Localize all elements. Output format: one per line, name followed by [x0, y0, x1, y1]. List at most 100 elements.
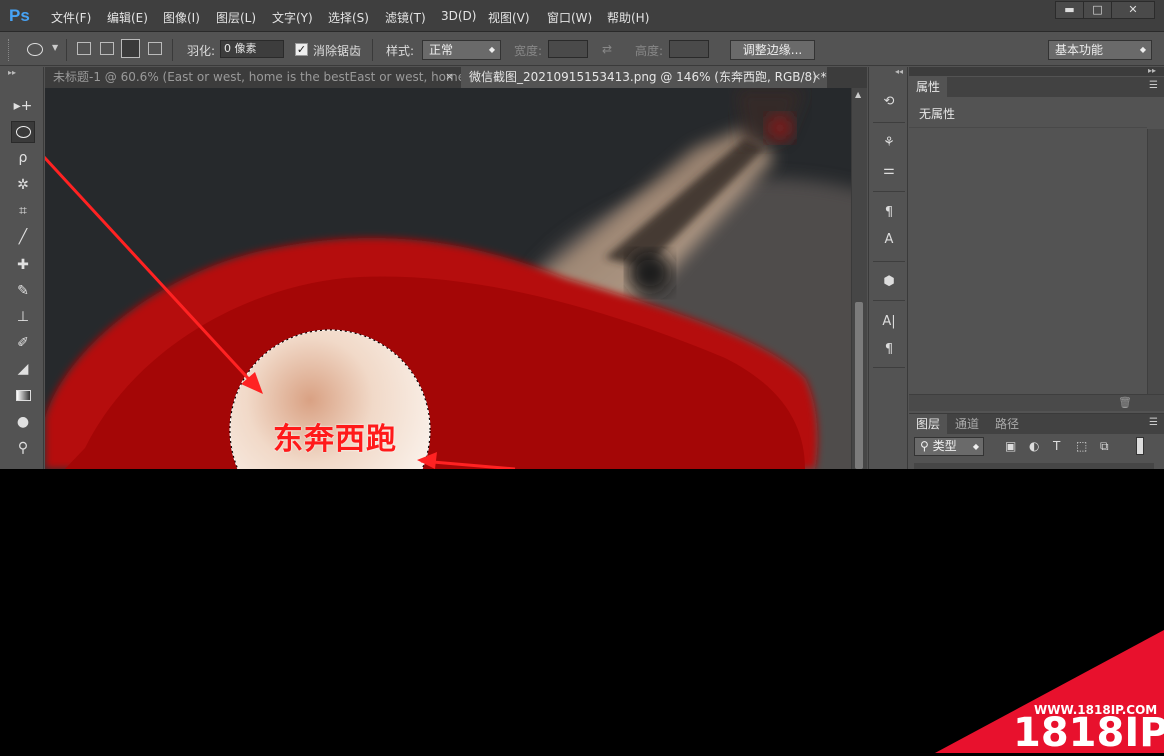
width-input[interactable]	[548, 40, 588, 58]
feather-label: 羽化:	[187, 44, 216, 58]
menu-filter[interactable]: 滤镜(T)	[385, 9, 426, 26]
grip-handle[interactable]	[8, 39, 12, 61]
intersect-selection-icon[interactable]	[148, 42, 162, 55]
paragraph-panel-icon[interactable]: ¶	[879, 340, 899, 360]
history-brush-tool-icon[interactable]: ✐	[11, 332, 35, 354]
tab-screenshot-label: 微信截图_20210915153413.png @ 146% (东奔西跑, RG…	[469, 70, 827, 84]
preset-dropdown-icon[interactable]: ▼	[52, 43, 58, 52]
menu-3d[interactable]: 3D(D)	[441, 9, 476, 23]
filter-adjustment-icon[interactable]: ◐	[1029, 439, 1039, 453]
eyedropper-tool-icon[interactable]: ╱	[11, 226, 35, 248]
character-styles-panel-icon[interactable]: A	[879, 230, 899, 250]
elliptical-marquee-tool-icon[interactable]	[11, 121, 35, 143]
new-selection-icon[interactable]	[77, 42, 91, 55]
tab-screenshot[interactable]: 微信截图_20210915153413.png @ 146% (东奔西跑, RG…	[461, 67, 827, 88]
panel-icon-strip: ◂◂ ⟲ ⚘ ⚌ ¶ A ⬢ A| ¶	[868, 67, 908, 469]
tab-untitled[interactable]: 未标题-1 @ 60.6% (East or west, home is the…	[45, 67, 461, 88]
antialias-checkbox[interactable]: ✓	[295, 43, 308, 56]
document-tabs: 未标题-1 @ 60.6% (East or west, home is the…	[45, 67, 867, 88]
tab-properties[interactable]: 属性	[909, 77, 948, 97]
selection-text: 东奔西跑	[273, 422, 397, 457]
layers-panel: 图层 通道 路径 ☰ ⚲ 类型 ◆ ▣ ◐ T ⬚ ⧉	[909, 413, 1164, 469]
subtract-selection-icon[interactable]	[121, 39, 140, 58]
filter-shape-icon[interactable]: ⬚	[1076, 439, 1087, 453]
menu-window[interactable]: 窗口(W)	[547, 9, 592, 26]
crop-tool-icon[interactable]: ⌗	[11, 200, 35, 222]
magic-wand-tool-icon[interactable]: ✲	[11, 174, 35, 196]
menu-select[interactable]: 选择(S)	[328, 9, 369, 26]
filter-pixel-icon[interactable]: ▣	[1005, 439, 1016, 453]
workspace-select[interactable]: 基本功能 ◆	[1048, 40, 1152, 60]
scrollbar-thumb[interactable]	[855, 302, 863, 469]
lasso-tool-icon[interactable]: ρ	[11, 147, 35, 169]
tab-layers[interactable]: 图层	[909, 414, 948, 434]
canvas-image	[45, 88, 851, 469]
options-bar: ▼ 羽化: 0 像素 ✓ 消除锯齿 样式: 正常 ◆ 宽度: ⇄ 高度: 调整边缘…	[0, 33, 1164, 66]
refine-edge-button[interactable]: 调整边缘...	[730, 40, 815, 60]
menu-file[interactable]: 文件(F)	[51, 9, 91, 26]
character-panel-icon[interactable]: A|	[879, 312, 899, 332]
menu-help[interactable]: 帮助(H)	[607, 9, 649, 26]
toolbox: ▸▸ ▸+ ρ ✲ ⌗ ╱ ✚ ✎ ⊥ ✐ ◢ ● ⚲	[0, 67, 44, 469]
move-tool-icon[interactable]: ▸+	[11, 95, 35, 117]
brush-tool-icon[interactable]: ✎	[11, 280, 35, 302]
brush-presets-panel-icon[interactable]: ⚌	[879, 161, 899, 181]
dodge-tool-icon[interactable]: ⚲	[11, 437, 35, 459]
filter-type-icon[interactable]: T	[1053, 439, 1060, 453]
trash-icon[interactable]: 🗑	[1118, 396, 1132, 409]
tab-screenshot-close-icon[interactable]: ×	[812, 70, 821, 83]
properties-panel: ▸▸ 属性 ☰ 无属性 🗑	[909, 66, 1164, 412]
ps-logo: Ps	[9, 6, 30, 25]
history-panel-icon[interactable]: ⟲	[879, 92, 899, 112]
filter-toggle[interactable]	[1136, 437, 1144, 455]
healing-brush-tool-icon[interactable]: ✚	[11, 254, 35, 276]
height-label: 高度:	[635, 44, 664, 58]
tab-channels[interactable]: 通道	[948, 414, 986, 434]
no-properties-text: 无属性	[919, 107, 956, 121]
width-label: 宽度:	[514, 44, 543, 58]
antialias-label: 消除锯齿	[313, 44, 362, 58]
document-canvas[interactable]: 东奔西跑	[45, 88, 851, 469]
menu-view[interactable]: 视图(V)	[488, 9, 530, 26]
properties-menu-icon[interactable]: ☰	[1149, 80, 1158, 91]
tab-paths[interactable]: 路径	[988, 414, 1026, 434]
style-select-value: 正常	[429, 43, 454, 57]
eraser-tool-icon[interactable]: ◢	[11, 358, 35, 380]
minimize-button[interactable]: ▬	[1055, 1, 1084, 19]
menu-bar: Ps 文件(F) 编辑(E) 图像(I) 图层(L) 文字(Y) 选择(S) 滤…	[0, 0, 1164, 32]
style-select[interactable]: 正常 ◆	[422, 40, 501, 60]
photoshop-window: Ps 文件(F) 编辑(E) 图像(I) 图层(L) 文字(Y) 选择(S) 滤…	[0, 0, 1164, 469]
menu-layer[interactable]: 图层(L)	[216, 9, 256, 26]
watermark-brand: 1818IP	[1013, 710, 1164, 756]
maximize-button[interactable]: □	[1083, 1, 1112, 19]
properties-scrollbar[interactable]	[1147, 129, 1164, 394]
feather-input[interactable]: 0 像素	[220, 40, 284, 58]
vertical-scrollbar[interactable]: ▲	[851, 88, 867, 469]
tab-untitled-close-icon[interactable]: ×	[445, 70, 454, 83]
collapse-toolbox-icon[interactable]: ▸▸	[8, 68, 16, 77]
menu-type[interactable]: 文字(Y)	[272, 9, 313, 26]
elliptical-marquee-preset-icon[interactable]	[27, 43, 43, 56]
clone-source-panel-icon[interactable]: ¶	[879, 203, 899, 223]
gradient-tool-icon[interactable]	[11, 385, 35, 407]
close-window-button[interactable]: ✕	[1111, 1, 1155, 19]
3d-panel-icon[interactable]: ⬢	[879, 272, 899, 292]
menu-image[interactable]: 图像(I)	[163, 9, 200, 26]
tab-untitled-label: 未标题-1 @ 60.6% (East or west, home is the…	[53, 70, 461, 84]
blur-tool-icon[interactable]: ●	[11, 411, 35, 433]
swap-icon[interactable]: ⇄	[602, 42, 612, 56]
layers-tabbar: 图层 通道 路径 ☰	[909, 414, 1164, 434]
add-to-selection-icon[interactable]	[100, 42, 114, 55]
clone-stamp-tool-icon[interactable]: ⊥	[11, 306, 35, 328]
layers-menu-icon[interactable]: ☰	[1149, 417, 1158, 428]
layer-filter-select[interactable]: ⚲ 类型 ◆	[914, 437, 984, 456]
collapse-strip-icon[interactable]: ◂◂	[895, 67, 903, 76]
properties-tabbar: 属性 ☰	[909, 77, 1164, 97]
expand-panels-icon[interactable]: ▸▸	[1148, 66, 1156, 75]
filter-smart-object-icon[interactable]: ⧉	[1100, 439, 1109, 454]
menu-edit[interactable]: 编辑(E)	[107, 9, 148, 26]
workspace-value: 基本功能	[1055, 43, 1104, 57]
style-label: 样式:	[386, 44, 415, 58]
height-input[interactable]	[669, 40, 709, 58]
brush-panel-icon[interactable]: ⚘	[879, 133, 899, 153]
